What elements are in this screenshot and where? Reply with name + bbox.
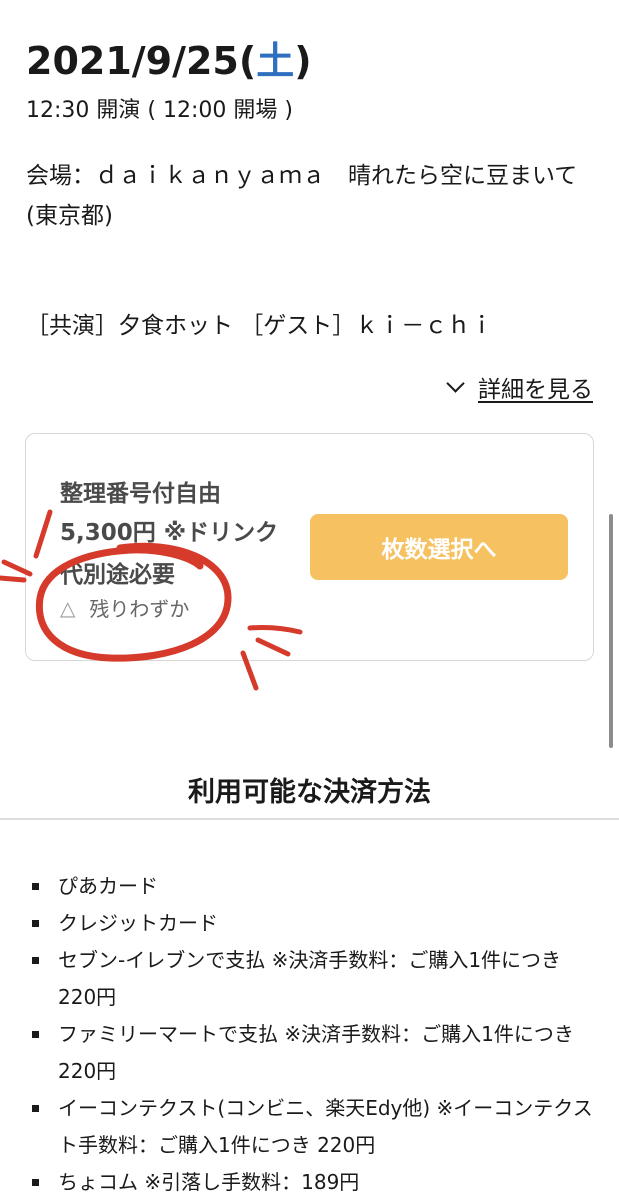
stock-status-label: 残りわずか: [89, 597, 190, 621]
warning-triangle-icon: △: [60, 595, 76, 620]
event-venue: 会場：ｄａｉｋａｎｙａｍａ 晴れたら空に豆まいて (東京都): [26, 163, 578, 229]
event-day-of-week: 土: [256, 39, 295, 83]
details-link[interactable]: 詳細を見る: [446, 370, 593, 404]
list-item: クレジットカード: [28, 905, 598, 942]
list-item: ぴあカード: [28, 868, 598, 905]
event-date-close: ): [294, 39, 312, 83]
ticket-type: 整理番号付自由: [60, 481, 221, 507]
details-link-label: 詳細を見る: [478, 377, 593, 403]
list-item: ちょコム ※引落し手数料：189円: [28, 1164, 598, 1201]
event-time: 12:30 開演 ( 12:00 開場 ): [26, 98, 293, 123]
select-quantity-button[interactable]: 枚数選択へ: [310, 514, 568, 580]
annotation-stroke: [0, 575, 27, 583]
list-item: セブン-イレブンで支払 ※決済手数料：ご購入1件につき 220円: [28, 942, 598, 1016]
scrollbar[interactable]: [609, 514, 613, 748]
payment-methods-list: ぴあカード クレジットカード セブン-イレブンで支払 ※決済手数料：ご購入1件に…: [28, 868, 598, 1201]
list-item: イーコンテクスト(コンビニ、楽天Edy他) ※イーコンテクスト手数料：ご購入1件…: [28, 1090, 598, 1164]
payment-methods-title: 利用可能な決済方法: [188, 777, 431, 808]
event-date-main: 2021/9/25(: [26, 39, 257, 83]
stock-status: △ 残りわずか: [60, 593, 189, 622]
divider: [0, 818, 619, 820]
event-date: 2021/9/25(土): [26, 30, 312, 85]
list-item: ファミリーマートで支払 ※決済手数料：ご購入1件につき 220円: [28, 1016, 598, 1090]
chevron-down-icon: [446, 373, 465, 393]
ticket-price: 5,300円 ※ドリンク代別途必要: [60, 520, 279, 588]
event-cast: ［共演］夕食ホット ［ゲスト］ｋｉ－ｃｈｉ: [26, 313, 494, 339]
